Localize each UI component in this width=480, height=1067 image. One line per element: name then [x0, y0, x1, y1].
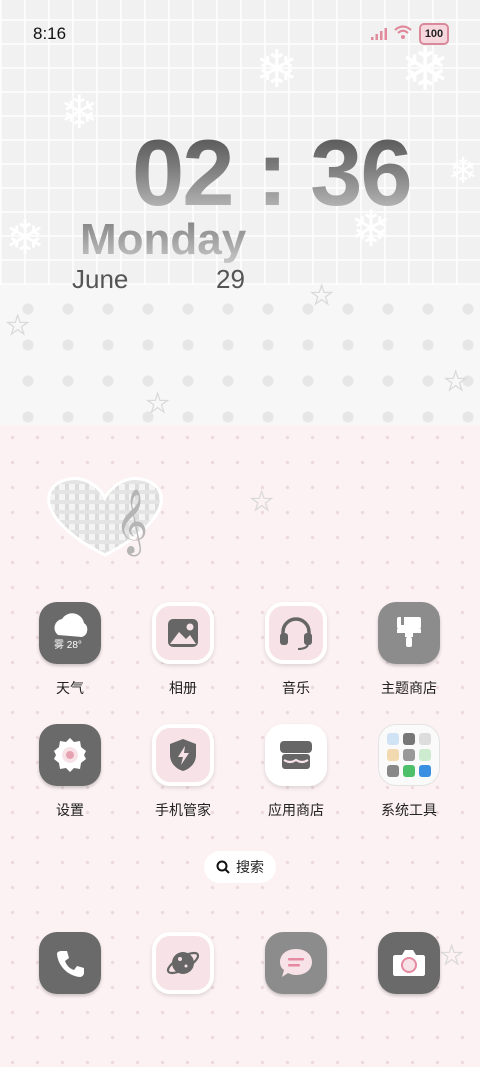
- snowflake-icon: ❄: [5, 212, 46, 265]
- app-weather[interactable]: 雾 28° 天气: [20, 602, 120, 722]
- app-music[interactable]: 音乐: [246, 602, 346, 722]
- clock-weekday: Monday: [80, 215, 247, 264]
- plaid-heart-sticker: 𝄞: [47, 477, 163, 557]
- weather-icon: [39, 602, 101, 664]
- wallpaper-dots: [0, 285, 480, 425]
- browser-planet-icon: [152, 932, 214, 994]
- star-icon: ★: [443, 365, 468, 396]
- phone-icon: [39, 932, 101, 994]
- folder-icon: [378, 724, 440, 786]
- shield-bolt-icon: [152, 724, 214, 786]
- gear-icon: [39, 724, 101, 786]
- paint-brush-icon: [378, 602, 440, 664]
- weather-badge: 雾 28°: [54, 640, 82, 651]
- app-label: 应用商店: [268, 802, 324, 818]
- app-system-tools-folder[interactable]: 系统工具: [359, 724, 459, 844]
- clock-month: June: [72, 264, 129, 294]
- gallery-icon: [152, 602, 214, 664]
- status-bar: 8:16 100: [0, 0, 480, 64]
- star-icon: ★: [145, 387, 170, 418]
- app-gallery[interactable]: 相册: [133, 602, 233, 722]
- wifi-icon: [394, 25, 412, 39]
- clock-time: 02 : 36: [132, 118, 432, 228]
- star-icon: ★: [249, 485, 274, 516]
- camera-icon: [378, 932, 440, 994]
- dock-phone[interactable]: [20, 932, 120, 1002]
- clock-date: 29: [216, 264, 245, 294]
- star-icon: ★: [5, 309, 30, 340]
- app-label: 设置: [56, 802, 84, 818]
- battery-indicator: 100: [419, 23, 449, 45]
- store-icon: [265, 724, 327, 786]
- star-icon: ★: [309, 279, 334, 310]
- app-label: 手机管家: [155, 802, 211, 818]
- app-settings[interactable]: 设置: [20, 724, 120, 844]
- app-label: 系统工具: [381, 802, 437, 818]
- search-button[interactable]: 搜索: [204, 851, 276, 883]
- search-icon: [216, 860, 230, 874]
- messages-icon: [265, 932, 327, 994]
- app-label: 相册: [169, 680, 197, 696]
- svg-text:𝄞: 𝄞: [115, 489, 148, 556]
- snowflake-icon: ❄: [60, 86, 99, 138]
- app-phone-manager[interactable]: 手机管家: [133, 724, 233, 844]
- app-label: 主题商店: [381, 680, 437, 696]
- app-app-store[interactable]: 应用商店: [246, 724, 346, 844]
- dock-messages[interactable]: [246, 932, 346, 1002]
- dock-browser[interactable]: [133, 932, 233, 1002]
- app-theme-store[interactable]: 主题商店: [359, 602, 459, 722]
- signal-icon: [371, 28, 387, 40]
- snowflake-icon: ❄: [448, 150, 479, 191]
- dock-camera[interactable]: [359, 932, 459, 1002]
- status-time: 8:16: [33, 24, 67, 43]
- app-label: 音乐: [282, 680, 310, 696]
- app-label: 天气: [56, 680, 84, 696]
- search-label: 搜索: [236, 859, 264, 875]
- headphones-icon: [265, 602, 327, 664]
